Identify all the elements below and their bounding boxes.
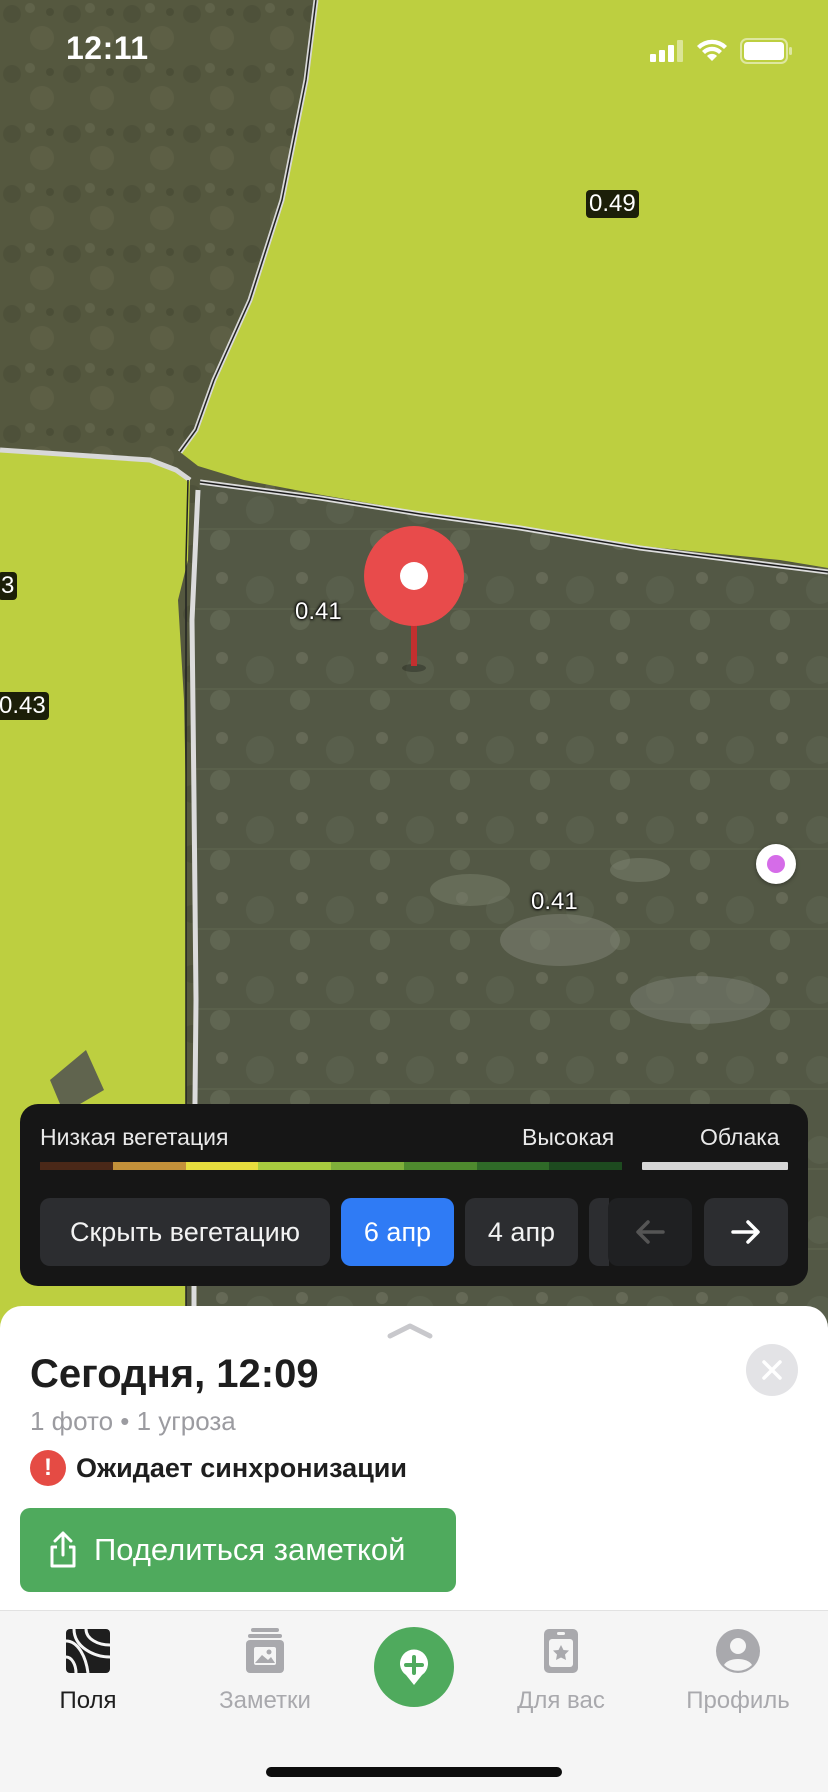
user-location-dot [756, 844, 796, 884]
tab-bar: Поля Заметки Для вас Профиль [0, 1610, 828, 1792]
share-icon [50, 1531, 76, 1568]
share-note-button[interactable]: Поделиться заметкой [20, 1508, 456, 1592]
scale-segment [185, 1162, 259, 1170]
note-subtitle: 1 фото • 1 угроза [30, 1406, 236, 1436]
hide-vegetation-label: Скрыть вегетацию [70, 1216, 300, 1247]
fields-icon [65, 1628, 111, 1674]
date-chip-4-apr[interactable]: 4 апр [465, 1198, 578, 1266]
scale-segment [258, 1162, 331, 1170]
sync-status-text: Ожидает синхронизации [76, 1452, 407, 1483]
clouds-label: Облака [700, 1124, 780, 1150]
ndvi-value-label: 0.43 [0, 692, 49, 720]
ndvi-value-label: 0.41 [295, 598, 342, 625]
tab-label: Для вас [517, 1687, 605, 1714]
ndvi-value-label: 0.41 [531, 888, 578, 915]
scale-segment [403, 1162, 477, 1170]
date-chip-partial[interactable] [589, 1198, 609, 1266]
vegetation-color-scale [40, 1162, 622, 1170]
add-note-button[interactable] [374, 1627, 454, 1707]
status-bar: 12:11 [0, 0, 828, 100]
battery-icon [740, 38, 792, 64]
ndvi-value-label: 0.49 [586, 190, 639, 218]
map-pin-icon[interactable] [364, 526, 464, 676]
vegetation-panel: Низкая вегетация Высокая Облака Скрыть в… [20, 1104, 808, 1286]
wifi-icon [697, 39, 727, 61]
sheet-drag-handle[interactable] [386, 1320, 434, 1340]
scale-segment [40, 1162, 113, 1170]
clouds-color-scale [642, 1162, 788, 1170]
home-indicator [266, 1767, 562, 1777]
low-vegetation-label: Низкая вегетация [40, 1124, 229, 1150]
tab-label: Заметки [219, 1687, 311, 1714]
next-date-button[interactable] [704, 1198, 788, 1266]
tab-profile[interactable]: Профиль [663, 1627, 813, 1715]
share-note-label: Поделиться заметкой [94, 1532, 406, 1567]
arrow-left-icon [636, 1220, 665, 1244]
warning-icon: ! [30, 1450, 66, 1486]
notes-icon [246, 1628, 284, 1673]
tab-notes[interactable]: Заметки [190, 1627, 340, 1715]
note-title: Сегодня, 12:09 [30, 1352, 319, 1396]
for-you-icon [544, 1629, 578, 1673]
status-time: 12:11 [66, 30, 149, 66]
date-chip-label: 6 апр [363, 1216, 432, 1247]
scale-segment [331, 1162, 404, 1170]
profile-icon [716, 1629, 760, 1673]
tab-fields[interactable]: Поля [13, 1627, 163, 1715]
previous-date-button[interactable] [608, 1198, 692, 1266]
close-button[interactable] [746, 1344, 798, 1396]
date-chip-6-apr[interactable]: 6 апр [341, 1198, 454, 1266]
arrow-right-icon [731, 1220, 760, 1244]
sync-status: ! Ожидает синхронизации [30, 1450, 407, 1486]
scale-segment [549, 1162, 622, 1170]
date-chip-label: 4 апр [487, 1216, 556, 1247]
tab-for-you[interactable]: Для вас [486, 1627, 636, 1715]
close-icon [762, 1360, 782, 1380]
high-vegetation-label: Высокая [522, 1124, 615, 1150]
add-note-icon [400, 1649, 428, 1685]
scale-segment [112, 1162, 186, 1170]
tab-label: Профиль [686, 1687, 790, 1714]
scale-segment [476, 1162, 550, 1170]
signal-icon [650, 40, 683, 62]
ndvi-value-label: 3 [0, 572, 18, 600]
tab-label: Поля [59, 1687, 117, 1714]
hide-vegetation-button[interactable]: Скрыть вегетацию [40, 1198, 330, 1266]
